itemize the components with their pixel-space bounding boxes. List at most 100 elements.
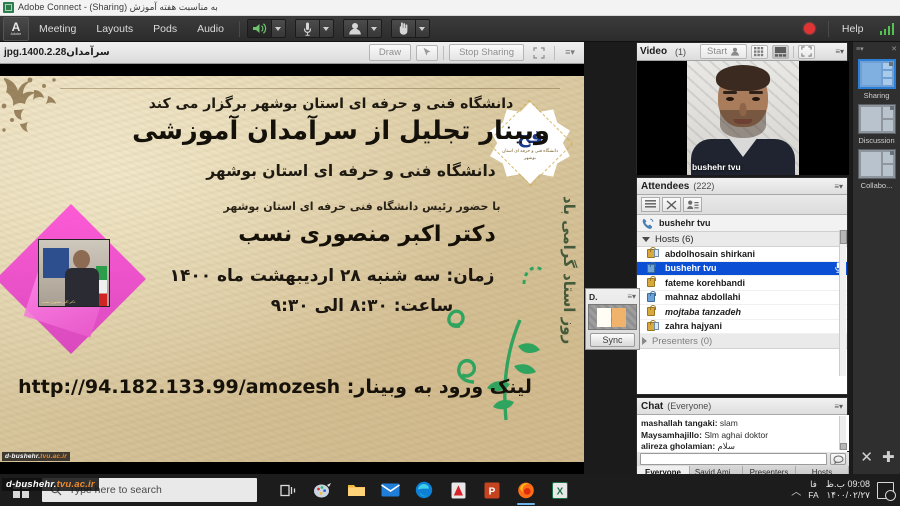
svg-text:X: X [557, 486, 564, 497]
share-pod-toolbar: سرآمدان1400.2.28.jpg Draw Stop Sharing ≡… [0, 42, 584, 64]
camera-button[interactable] [342, 19, 368, 38]
chat-message-list[interactable]: mashallah tangaki: slam Maysamhajillo: S… [637, 415, 849, 451]
video-mouth [733, 119, 753, 124]
edge-taskbar-icon[interactable] [407, 474, 441, 506]
breakout-icon[interactable] [662, 197, 681, 212]
firefox-taskbar-icon[interactable] [509, 474, 543, 506]
chat-input[interactable] [640, 453, 827, 465]
attendee-row[interactable]: mojtaba tanzadeh [637, 305, 847, 320]
share-pod-menu-icon[interactable]: ≡▾ [560, 45, 580, 61]
layout-item-label: Sharing [863, 91, 890, 100]
raise-hand-button[interactable] [390, 19, 416, 38]
layout-rail-menu-icon[interactable]: ≡▾ [856, 45, 864, 53]
attendee-row[interactable]: mahnaz abdollahi [637, 290, 847, 305]
adobe-logo-icon[interactable]: A Adobe [3, 16, 29, 41]
chevron-down-icon[interactable] [642, 236, 650, 242]
tray-expand-chevron-icon[interactable]: ︿ [791, 483, 801, 498]
video-fullscreen-icon[interactable] [798, 44, 816, 59]
camera-dropdown-arrow[interactable] [367, 19, 382, 38]
file-explorer-taskbar-icon[interactable] [339, 474, 373, 506]
language-bottom: FA [808, 490, 819, 500]
chat-scrollbar[interactable] [839, 416, 847, 450]
close-layout-button[interactable]: ✕ [860, 450, 873, 465]
attendee-group-hosts[interactable]: Hosts (6) [637, 232, 847, 247]
window-title-bar: به مناسبت هفته آموزش (Sharing) - Adobe C… [0, 0, 900, 16]
layout-item-sharing[interactable]: Sharing [858, 59, 896, 100]
excel-taskbar-icon[interactable]: X [543, 474, 577, 506]
attendee-row[interactable]: bushehr tvu [637, 261, 847, 276]
layout-item-label: Collabo... [860, 181, 893, 190]
fullscreen-icon[interactable] [529, 45, 549, 61]
task-view-icon[interactable] [271, 474, 305, 506]
microphone-button[interactable] [294, 19, 320, 38]
chat-bubble-icon[interactable] [830, 453, 846, 465]
webcam-icon [731, 47, 740, 56]
attendees-pod-menu-icon[interactable]: ≡▾ [834, 182, 843, 191]
menu-item-meeting[interactable]: Meeting [29, 19, 86, 39]
document-pod-menu-icon[interactable]: ≡▾ [627, 292, 636, 301]
camera-control-group [342, 19, 382, 38]
poster-divider-line [60, 88, 560, 89]
filmstrip-view-icon[interactable] [772, 44, 790, 59]
adobe-connect-taskbar-icon[interactable] [305, 474, 339, 506]
chat-pod-menu-icon[interactable]: ≡▾ [834, 402, 843, 411]
raise-hand-dropdown-arrow[interactable] [415, 19, 430, 38]
list-view-icon[interactable] [641, 197, 660, 212]
sync-button[interactable]: Sync [590, 333, 635, 347]
poster-watermark-a: d-bushehr. [5, 453, 41, 460]
chat-pod-title: Chat [641, 400, 664, 412]
powerpoint-taskbar-icon[interactable]: P [475, 474, 509, 506]
menu-item-audio[interactable]: Audio [187, 19, 234, 39]
layout-rail-close-icon[interactable]: ✕ [891, 45, 897, 53]
attendee-row[interactable]: fateme korehbandi [637, 276, 847, 291]
phone-audio-icon [642, 218, 654, 229]
presenter-photo: دکتر اکبر منصوری نسب [38, 239, 110, 307]
chat-sender: mashallah tangaki: [641, 418, 718, 428]
layout-item-collaboration[interactable]: Collabo... [858, 149, 896, 190]
start-camera-button[interactable]: Start [700, 44, 748, 59]
taskbar-watermark: d-bushehr.tvu.ac.ir [2, 478, 99, 491]
acrobat-reader-taskbar-icon[interactable] [441, 474, 475, 506]
shared-slide-canvas[interactable]: فح دانشگاه فنی و حرفه ای استان بوشهر دکت… [0, 64, 584, 474]
clock-date: ۱۴۰۰/۰۲/۲۷ [826, 490, 870, 500]
attendees-scrollbar[interactable] [839, 230, 847, 376]
attendee-group-hosts-label: Hosts (6) [655, 233, 694, 245]
video-participant-name: bushehr tvu [692, 162, 741, 172]
speaker-button[interactable] [246, 19, 272, 38]
menu-item-pods[interactable]: Pods [143, 19, 187, 39]
pointer-icon[interactable] [416, 44, 439, 61]
microphone-dropdown-arrow[interactable] [319, 19, 334, 38]
scrollbar-thumb[interactable] [840, 443, 847, 450]
action-center-icon[interactable] [877, 481, 896, 501]
language-indicator[interactable]: فا FA [808, 479, 818, 501]
stop-sharing-button[interactable]: Stop Sharing [449, 44, 524, 61]
menu-item-layouts[interactable]: Layouts [86, 19, 143, 39]
attendee-self-row[interactable]: bushehr tvu [637, 215, 847, 232]
grid-view-icon[interactable] [751, 44, 769, 59]
signal-bars-icon[interactable] [879, 22, 894, 35]
draw-button[interactable]: Draw [368, 44, 412, 61]
attendees-count: (222) [693, 181, 715, 191]
add-layout-button[interactable]: ✚ [882, 450, 895, 465]
document-pod[interactable]: D. ≡▾ Sync [585, 288, 640, 350]
toolbar-separator [443, 45, 445, 60]
video-pod-menu-icon[interactable]: ≡▾ [835, 47, 844, 56]
shared-file-name: سرآمدان1400.2.28.jpg [4, 47, 110, 58]
speaker-dropdown-arrow[interactable] [271, 19, 286, 38]
help-link[interactable]: Help [834, 20, 872, 38]
layout-item-discussion[interactable]: Discussion [858, 104, 896, 145]
attendee-row[interactable]: abdolhosain shirkani [637, 247, 847, 262]
poster-vertical-text: روز استاد گرامی باد [560, 196, 578, 345]
chat-text: slam [719, 418, 738, 428]
chat-pod-header: Chat (Everyone) ≡▾ [637, 398, 847, 415]
clock[interactable]: 09:08 ب.ظ ۱۴۰۰/۰۲/۲۷ [826, 479, 870, 501]
scrollbar-thumb[interactable] [840, 230, 847, 244]
chevron-right-icon[interactable] [642, 337, 647, 345]
host-with-screen-icon [647, 247, 659, 259]
video-stage[interactable]: bushehr tvu [637, 61, 849, 175]
attendee-row[interactable]: zahra hajyani [637, 319, 847, 334]
attendee-group-presenters[interactable]: Presenters (0) [637, 334, 847, 349]
recording-dot-icon[interactable] [803, 23, 815, 34]
person-options-icon[interactable] [683, 197, 702, 212]
mail-taskbar-icon[interactable] [373, 474, 407, 506]
